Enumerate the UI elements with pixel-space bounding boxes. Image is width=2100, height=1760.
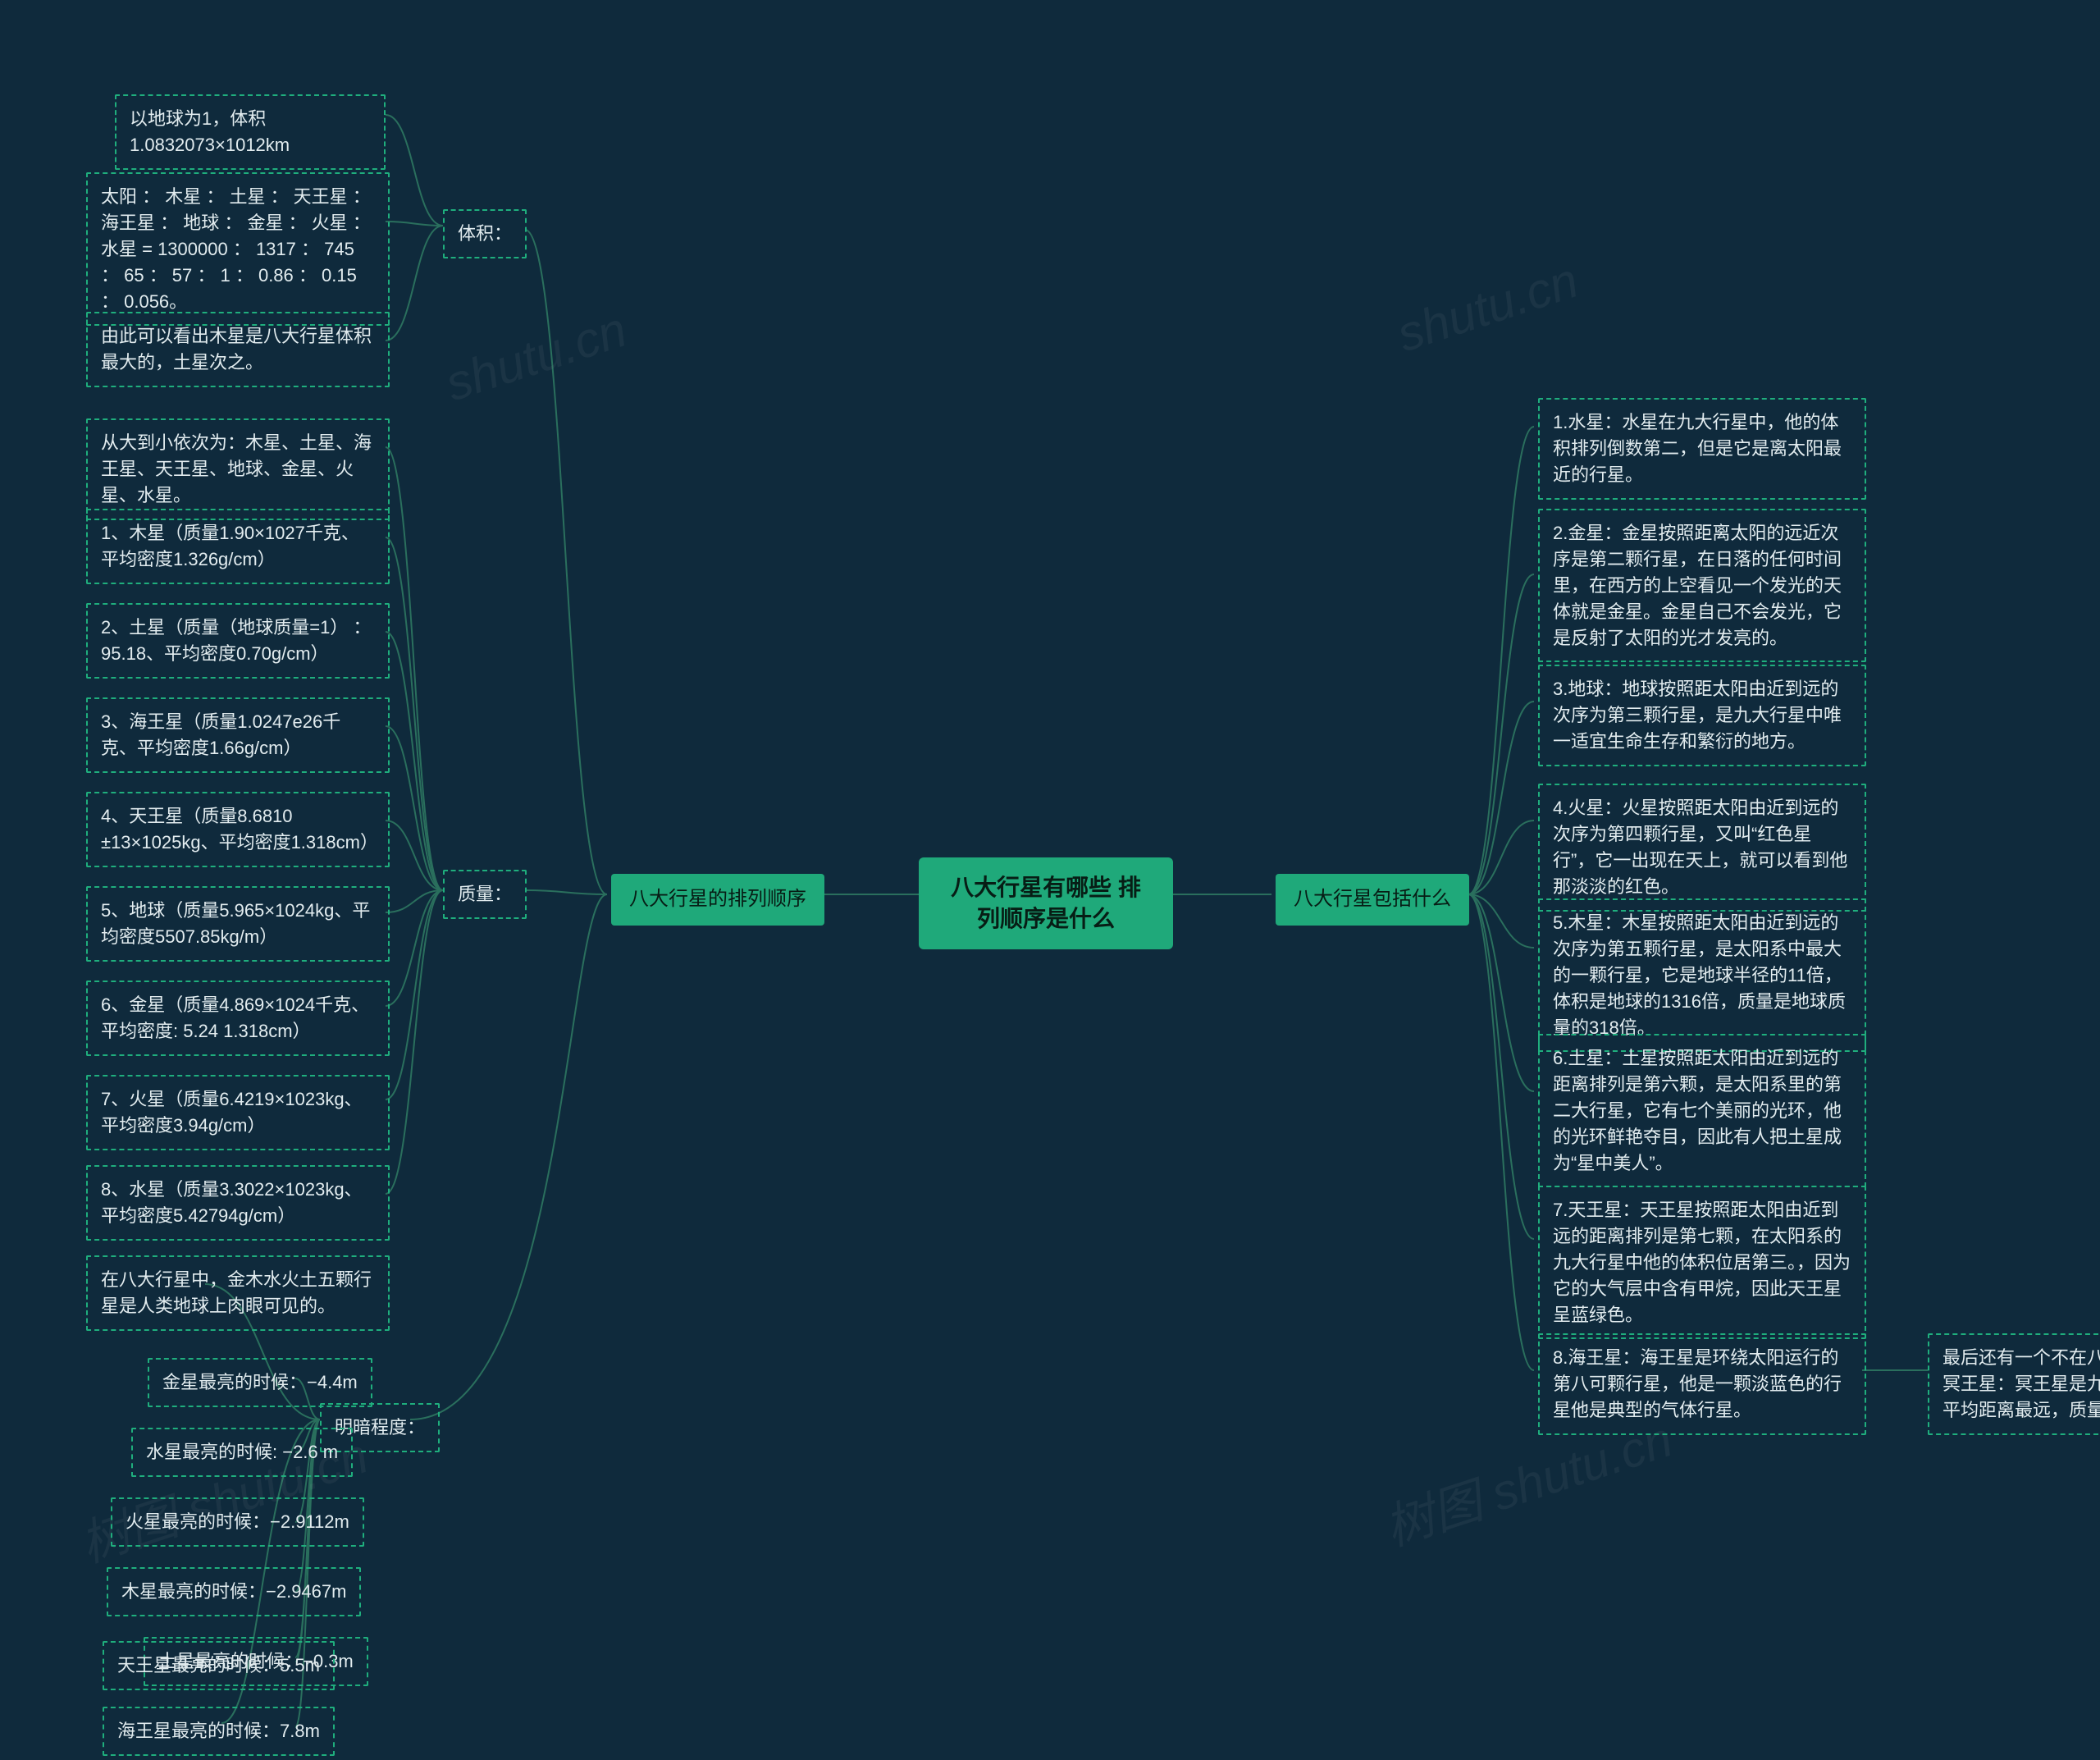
planet-item-earth[interactable]: 3.地球：地球按照距太阳由近到远的次序为第三颗行星，是九大行星中唯一适宜生命生存… bbox=[1538, 665, 1866, 766]
watermark: shutu.cn bbox=[1390, 252, 1585, 363]
root-node[interactable]: 八大行星有哪些 排列顺序是什么 bbox=[919, 857, 1173, 949]
planet-item-mercury[interactable]: 1.水星：水星在九大行星中，他的体积排列倒数第二，但是它是离太阳最近的行星。 bbox=[1538, 398, 1866, 500]
brightness-item[interactable]: 金星最亮的时候：−4.4m bbox=[148, 1358, 372, 1407]
mass-item[interactable]: 从大到小依次为：木星、土星、海王星、天王星、地球、金星、火星、水星。 bbox=[86, 418, 390, 520]
left-category[interactable]: 八大行星的排列顺序 bbox=[611, 874, 824, 926]
brightness-item[interactable]: 海王星最亮的时候：7.8m bbox=[103, 1707, 335, 1756]
mass-item[interactable]: 6、金星（质量4.869×1024千克、平均密度: 5.24 1.318cm） bbox=[86, 981, 390, 1056]
planet-item-mars[interactable]: 4.火星：火星按照距太阳由近到远的次序为第四颗行星，又叫“红色星行”，它一出现在… bbox=[1538, 784, 1866, 912]
planet-item-pluto-extra[interactable]: 最后还有一个不在八大行星之列的：冥王星：冥王星是九大行星中离太阳平均距离最远，质… bbox=[1928, 1333, 2100, 1435]
mass-item[interactable]: 1、木星（质量1.90×1027千克、平均密度1.326g/cm） bbox=[86, 509, 390, 584]
brightness-item[interactable]: 天王星最亮的时候：5.5m bbox=[103, 1641, 335, 1690]
volume-item[interactable]: 以地球为1，体积1.0832073×1012km bbox=[115, 94, 386, 170]
mass-item[interactable]: 8、水星（质量3.3022×1023kg、平均密度5.42794g/cm） bbox=[86, 1165, 390, 1241]
planet-item-saturn[interactable]: 6.土星：土星按照距太阳由近到远的距离排列是第六颗，是太阳系里的第二大行星，它有… bbox=[1538, 1034, 1866, 1187]
brightness-item[interactable]: 水星最亮的时候: −2.6 m bbox=[131, 1428, 353, 1477]
mass-item[interactable]: 3、海王星（质量1.0247e26千克、平均密度1.66g/cm） bbox=[86, 697, 390, 773]
planet-item-neptune[interactable]: 8.海王星：海王星是环绕太阳运行的第八可颗行星，他是一颗淡蓝色的行星他是典型的气… bbox=[1538, 1333, 1866, 1435]
subtopic-volume[interactable]: 体积： bbox=[443, 209, 527, 258]
brightness-item[interactable]: 火星最亮的时候：−2.9112m bbox=[111, 1497, 364, 1547]
volume-item[interactable]: 太阳 ： 木星 ： 土星 ： 天王星 ： 海王星 ： 地球 ： 金星 ： 火星 … bbox=[86, 172, 390, 326]
planet-item-uranus[interactable]: 7.天王星：天王星按照距太阳由近到远的距离排列是第七颗，在太阳系的九大行星中他的… bbox=[1538, 1186, 1866, 1339]
brightness-item[interactable]: 在八大行星中，金木水火土五颗行星是人类地球上肉眼可见的。 bbox=[86, 1255, 390, 1331]
mass-item[interactable]: 5、地球（质量5.965×1024kg、平均密度5507.85kg/m） bbox=[86, 886, 390, 962]
planet-item-jupiter[interactable]: 5.木星：木星按照距太阳由近到远的次序为第五颗行星，是太阳系中最大的一颗行星，它… bbox=[1538, 898, 1866, 1052]
watermark: shutu.cn bbox=[439, 301, 633, 413]
mass-item[interactable]: 4、天王星（质量8.6810 ±13×1025kg、平均密度1.318cm） bbox=[86, 792, 390, 867]
subtopic-mass[interactable]: 质量： bbox=[443, 870, 527, 919]
mass-item[interactable]: 7、火星（质量6.4219×1023kg、平均密度3.94g/cm） bbox=[86, 1075, 390, 1150]
volume-item[interactable]: 由此可以看出木星是八大行星体积最大的，土星次之。 bbox=[86, 312, 390, 387]
mass-item[interactable]: 2、土星（质量（地球质量=1） ：95.18、平均密度0.70g/cm） bbox=[86, 603, 390, 679]
brightness-item[interactable]: 木星最亮的时候：−2.9467m bbox=[107, 1567, 361, 1616]
mindmap-canvas: shutu.cn 树图 shutu.cn shutu.cn 树图 shutu.c… bbox=[0, 0, 2100, 1760]
planet-item-venus[interactable]: 2.金星：金星按照距离太阳的远近次序是第二颗行星，在日落的任何时间里，在西方的上… bbox=[1538, 509, 1866, 662]
right-category[interactable]: 八大行星包括什么 bbox=[1276, 874, 1469, 926]
